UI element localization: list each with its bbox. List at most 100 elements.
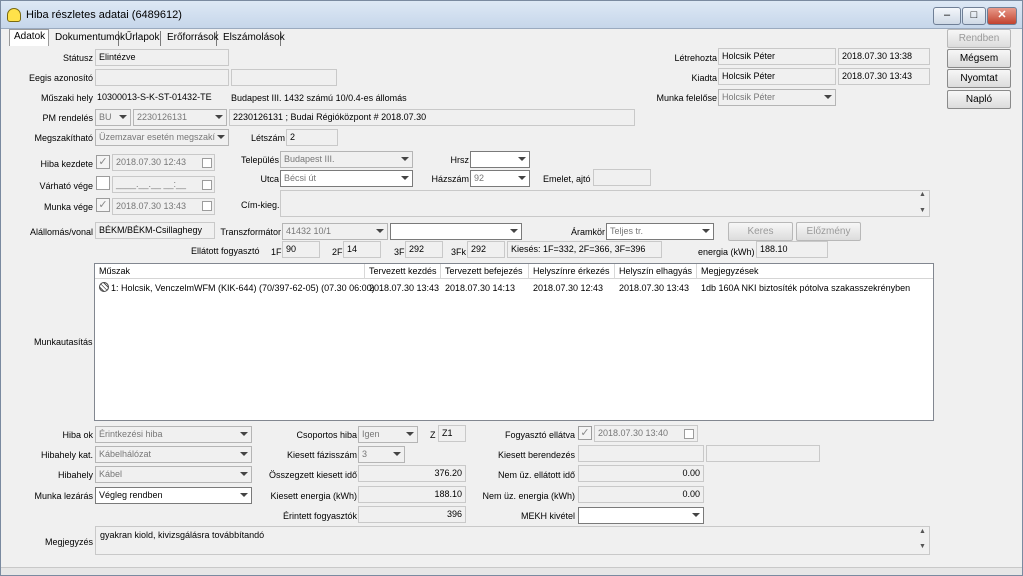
house-no-select[interactable]: 92 — [470, 170, 530, 187]
hrsz-select[interactable] — [470, 151, 530, 168]
chevron-down-icon — [376, 229, 384, 233]
fault-start-checkbox[interactable]: ✓ — [96, 155, 110, 169]
chevron-down-icon — [119, 115, 127, 119]
title-bar: Hiba részletes adatai (6489612) – □ ✕ — [1, 1, 1022, 29]
expected-end-picker-checkbox[interactable] — [202, 180, 212, 190]
pm-order-prefix-select[interactable]: BU — [95, 109, 131, 126]
street-label: Utca — [260, 174, 279, 184]
table-cell: 1db 160A NKI biztosíték pótolva szakassz… — [701, 283, 911, 293]
close-button[interactable]: ✕ — [987, 7, 1017, 25]
chevron-down-icon — [401, 176, 409, 180]
house-no-value: 92 — [474, 173, 485, 183]
search-button[interactable]: Keres — [728, 222, 793, 241]
scroll-up-icon[interactable]: ▲ — [919, 191, 1020, 198]
headcount-label: Létszám — [250, 133, 285, 143]
work-end-checkbox[interactable]: ✓ — [96, 198, 110, 212]
work-end-label: Munka vége — [43, 202, 93, 212]
chevron-down-icon — [692, 513, 700, 517]
c3f-field: 292 — [405, 241, 443, 258]
column-header[interactable]: Tervezett befejezés — [441, 264, 529, 279]
notes-field[interactable]: gyakran kiold, kivizsgálásra továbbítand… — [95, 526, 930, 555]
floor-door-label: Emelet, ajtó — [543, 174, 591, 184]
transformer-select[interactable]: 41432 10/1 — [282, 223, 388, 240]
fault-start-field[interactable]: 2018.07.30 12:43 — [112, 154, 215, 171]
tab-adatok[interactable]: Adatok — [9, 29, 49, 46]
scroll-down-icon[interactable]: ▼ — [919, 543, 1020, 550]
tab-dokumentumok[interactable]: Dokumentumok — [51, 31, 125, 46]
chevron-down-icon — [510, 229, 518, 233]
fault-cause-value: Érintkezési hiba — [99, 429, 163, 439]
column-header[interactable]: Helyszínre érkezés — [529, 264, 615, 279]
scroll-up-icon[interactable]: ▲ — [919, 528, 1020, 535]
location-cat-select[interactable]: Kábelhálózat — [95, 446, 252, 463]
chevron-down-icon — [240, 432, 248, 436]
pm-order-number-select[interactable]: 2230126131 — [133, 109, 227, 126]
settlement-select[interactable]: Budapest III. — [280, 151, 413, 168]
column-header[interactable]: Helyszín elhagyás — [615, 264, 697, 279]
group-fault-value: Igen — [362, 429, 380, 439]
chevron-down-icon — [393, 452, 401, 456]
chevron-down-icon — [215, 115, 223, 119]
location-select[interactable]: Kábel — [95, 466, 252, 483]
maximize-button[interactable]: □ — [962, 7, 986, 25]
consumer-supplied-checkbox[interactable]: ✓ — [578, 426, 592, 440]
scroll-down-icon[interactable]: ▼ — [919, 207, 1020, 214]
fault-start-picker-checkbox[interactable] — [202, 158, 212, 168]
address-extra-label: Cím-kieg. — [241, 200, 280, 210]
consumer-supplied-field[interactable]: 2018.07.30 13:40 — [594, 425, 698, 442]
fault-cause-label: Hiba ok — [62, 430, 93, 440]
work-resp-select[interactable]: Holcsik Péter — [718, 89, 836, 106]
print-button[interactable]: Nyomtat — [947, 69, 1011, 88]
log-button[interactable]: Napló — [947, 90, 1011, 109]
work-assignment-table[interactable]: Műszak Tervezett kezdés Tervezett befeje… — [94, 263, 934, 421]
street-select[interactable]: Bécsi út — [280, 170, 413, 187]
lost-energy-label: Kiesett energia (kWh) — [270, 491, 357, 501]
bottom-strip — [1, 567, 1022, 575]
expected-end-field[interactable]: ____.__.__ __:__ — [112, 176, 215, 193]
mekh-select[interactable] — [578, 507, 704, 524]
transformer-second-select[interactable] — [390, 223, 522, 240]
settlement-value: Budapest III. — [284, 154, 335, 164]
address-extra-field[interactable] — [280, 190, 930, 217]
work-end-field[interactable]: 2018.07.30 13:43 — [112, 198, 215, 215]
group-fault-label: Csoportos hiba — [296, 430, 357, 440]
created-at-field: 2018.07.30 13:38 — [838, 48, 930, 65]
circuit-select[interactable]: Teljes tr. — [606, 223, 714, 240]
cancel-button[interactable]: Mégsem — [947, 49, 1011, 68]
minimize-button[interactable]: – — [933, 7, 961, 25]
unique-id-extra-field — [231, 69, 337, 86]
tab-urlapok[interactable]: Űrlapok — [121, 31, 161, 46]
detail-window: Hiba részletes adatai (6489612) – □ ✕ Ad… — [0, 0, 1023, 576]
closure-label: Munka lezárás — [34, 491, 93, 501]
ok-button[interactable]: Rendben — [947, 29, 1011, 48]
issued-by-field: Holcsik Péter — [718, 68, 836, 85]
lost-phases-select[interactable]: 3 — [358, 446, 405, 463]
fault-cause-select[interactable]: Érintkezési hiba — [95, 426, 252, 443]
consumer-supplied-picker-checkbox[interactable] — [684, 429, 694, 439]
tab-elszamolasok[interactable]: Elszámolások — [219, 31, 285, 46]
floor-door-field[interactable] — [593, 169, 651, 186]
pm-order-number: 2230126131 — [137, 112, 188, 122]
location-cat-label: Hibahely kat. — [40, 450, 93, 460]
column-header[interactable]: Műszak — [95, 264, 365, 279]
column-header[interactable]: Tervezett kezdés — [365, 264, 441, 279]
mekh-label: MEKH kivétel — [520, 511, 575, 521]
interruptible-select[interactable]: Üzemzavar esetén megszakí — [95, 129, 229, 146]
work-assignment-label: Munkautasítás — [34, 337, 93, 347]
closure-select[interactable]: Végleg rendben — [95, 487, 252, 504]
expected-end-checkbox[interactable] — [96, 176, 110, 190]
tab-eroforrasok[interactable]: Erőforrások — [163, 31, 219, 46]
group-fault-select[interactable]: Igen — [358, 426, 418, 443]
chevron-down-icon — [702, 229, 710, 233]
history-button[interactable]: Előzmény — [796, 222, 861, 241]
column-header[interactable]: Megjegyzések — [697, 264, 935, 279]
pm-order-desc: 2230126131 ; Budai Régióközpont # 2018.0… — [229, 109, 635, 126]
work-end-picker-checkbox[interactable] — [202, 201, 212, 211]
lost-device-label: Kiesett berendezés — [497, 450, 575, 460]
non-op-time-field: 0.00 — [578, 465, 704, 482]
table-cell: 2018.07.30 14:13 — [445, 283, 516, 293]
closure-value: Végleg rendben — [99, 490, 163, 500]
non-op-time-label: Nem üz. ellátott idő — [497, 470, 575, 480]
lost-device-extra-field — [706, 445, 820, 462]
chevron-down-icon — [406, 432, 414, 436]
